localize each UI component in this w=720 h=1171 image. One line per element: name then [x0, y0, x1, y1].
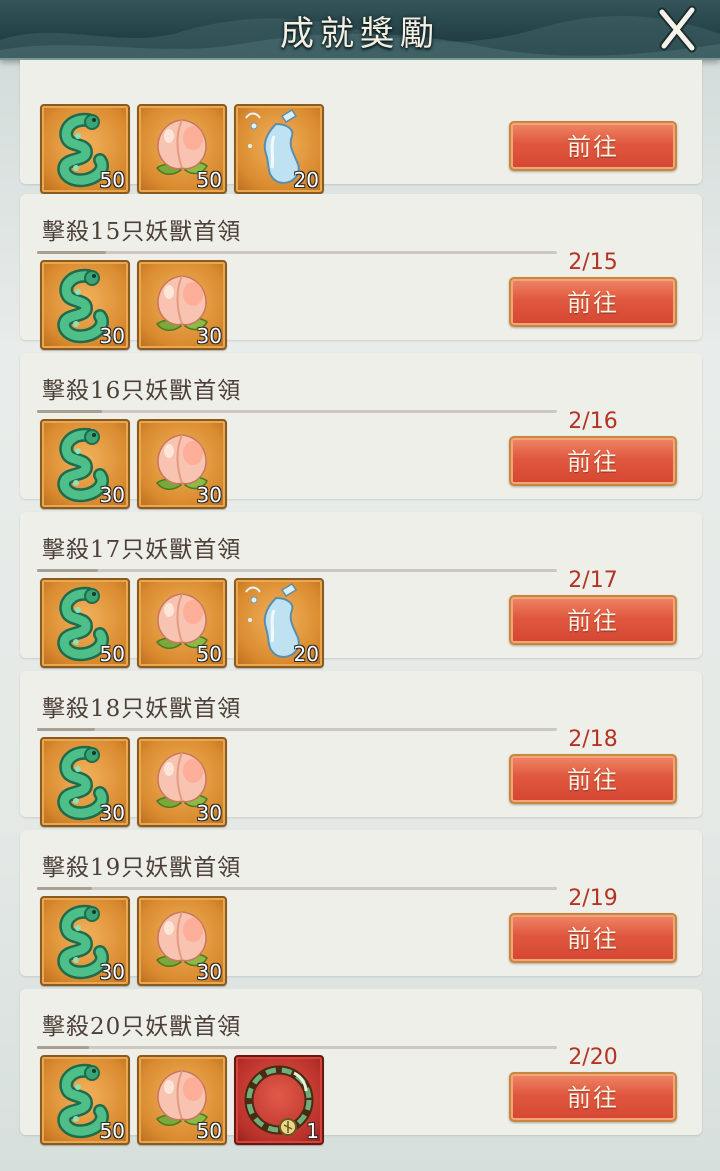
task-name: 擊殺15只妖獸首領	[42, 219, 242, 245]
reward-item[interactable]: 30	[137, 260, 227, 350]
item-quantity: 30	[196, 960, 222, 984]
reward-item[interactable]: 50	[137, 1055, 227, 1145]
progress-bar-fill	[37, 251, 107, 254]
progress-count: 2/19	[568, 886, 618, 911]
go-button[interactable]: 前往	[509, 754, 677, 804]
task-name: 擊殺17只妖獸首領	[42, 537, 242, 563]
item-quantity: 30	[196, 483, 222, 507]
item-quantity: 20	[293, 642, 319, 666]
item-quantity: 50	[99, 1119, 125, 1143]
close-button[interactable]	[652, 4, 702, 54]
item-quantity: 20	[293, 168, 319, 192]
achievement-list[interactable]: 50 50 20 前往 擊殺15只妖獸首領 30 30 2/15 前往 擊殺16只妖獸首領 30…	[0, 60, 720, 1171]
reward-item[interactable]: 50	[40, 1055, 130, 1145]
progress-bar-fill	[37, 1046, 89, 1049]
go-button[interactable]: 前往	[509, 913, 677, 963]
achievement-card: 擊殺18只妖獸首領 30 30 2/18 前往	[20, 671, 702, 827]
page-title: 成就獎勵	[280, 14, 440, 54]
header-bar: 成就獎勵	[0, 0, 720, 60]
item-quantity: 50	[99, 168, 125, 192]
reward-item[interactable]: 30	[40, 737, 130, 827]
progress-bar-fill	[37, 410, 102, 413]
progress-bar	[37, 1046, 557, 1049]
item-quantity: 50	[196, 1119, 222, 1143]
task-name: 擊殺19只妖獸首領	[42, 855, 242, 881]
reward-item[interactable]: 30	[40, 896, 130, 986]
go-button[interactable]: 前往	[509, 121, 677, 171]
task-name: 擊殺16只妖獸首領	[42, 378, 242, 404]
progress-bar-fill	[37, 728, 95, 731]
reward-item[interactable]: 50	[40, 578, 130, 668]
progress-count: 2/15	[568, 250, 618, 275]
item-quantity: 50	[196, 642, 222, 666]
item-quantity: 30	[196, 324, 222, 348]
reward-item[interactable]: 50	[40, 104, 130, 194]
reward-item[interactable]: 30	[137, 737, 227, 827]
item-quantity: 30	[99, 324, 125, 348]
achievement-card: 擊殺15只妖獸首領 30 30 2/15 前往	[20, 194, 702, 350]
go-button[interactable]: 前往	[509, 436, 677, 486]
item-quantity: 50	[196, 168, 222, 192]
progress-count: 2/16	[568, 409, 618, 434]
reward-item[interactable]: 1	[234, 1055, 324, 1145]
item-quantity: 30	[99, 960, 125, 984]
achievement-card-partial: 50 50 20 前往	[20, 60, 702, 194]
item-quantity: 30	[99, 801, 125, 825]
progress-bar	[37, 887, 557, 890]
progress-bar	[37, 728, 557, 731]
go-button[interactable]: 前往	[509, 595, 677, 645]
progress-count: 2/20	[568, 1045, 618, 1070]
reward-item[interactable]: 30	[137, 419, 227, 509]
task-name: 擊殺18只妖獸首領	[42, 696, 242, 722]
achievement-card: 擊殺19只妖獸首領 30 30 2/19 前往	[20, 830, 702, 986]
reward-item[interactable]: 30	[40, 260, 130, 350]
progress-count: 2/17	[568, 568, 618, 593]
progress-bar-fill	[37, 887, 92, 890]
go-button[interactable]: 前往	[509, 277, 677, 327]
item-quantity: 30	[99, 483, 125, 507]
item-quantity: 30	[196, 801, 222, 825]
reward-item[interactable]: 20	[234, 578, 324, 668]
achievement-card: 擊殺16只妖獸首領 30 30 2/16 前往	[20, 353, 702, 509]
reward-item[interactable]: 30	[137, 896, 227, 986]
achievement-card: 擊殺17只妖獸首領 50 50 20 2/17 前往	[20, 512, 702, 668]
progress-bar-fill	[37, 569, 99, 572]
task-name: 擊殺20只妖獸首領	[42, 1014, 242, 1040]
reward-item[interactable]: 30	[40, 419, 130, 509]
close-icon	[657, 5, 697, 53]
reward-item[interactable]: 50	[137, 578, 227, 668]
progress-bar	[37, 569, 557, 572]
reward-item[interactable]: 50	[137, 104, 227, 194]
item-quantity: 50	[99, 642, 125, 666]
reward-item[interactable]: 20	[234, 104, 324, 194]
progress-count: 2/18	[568, 727, 618, 752]
achievement-card: 擊殺20只妖獸首領 50 50 1 2/20 前往	[20, 989, 702, 1145]
progress-bar	[37, 251, 557, 254]
progress-bar	[37, 410, 557, 413]
go-button[interactable]: 前往	[509, 1072, 677, 1122]
item-quantity: 1	[306, 1119, 319, 1143]
